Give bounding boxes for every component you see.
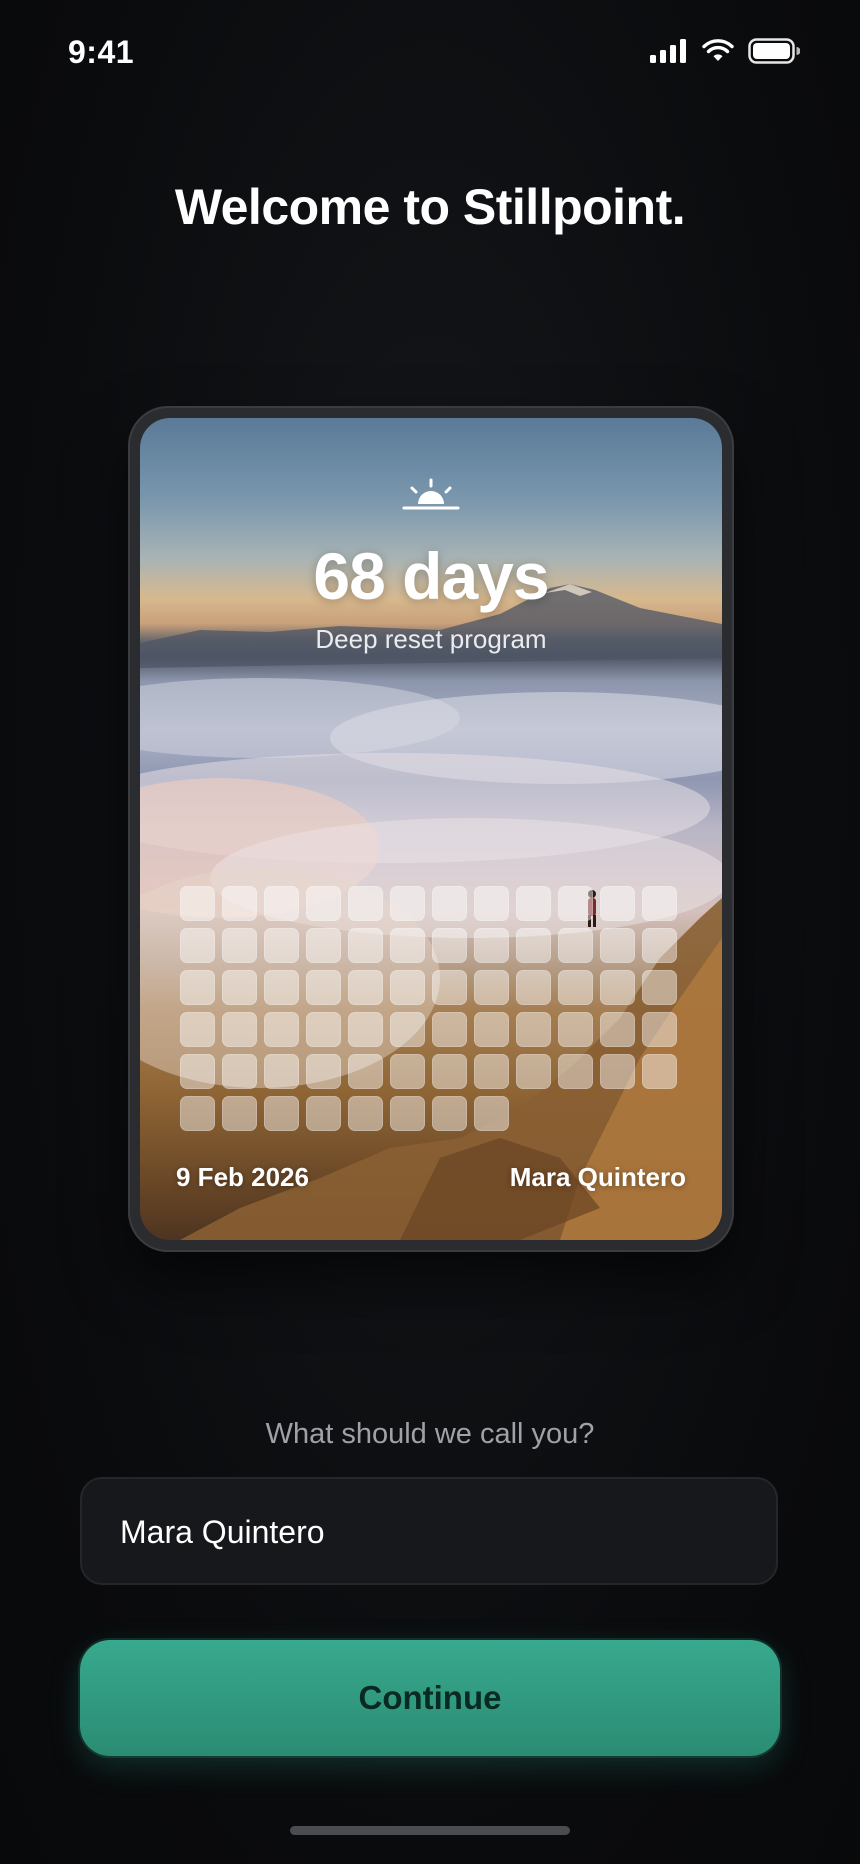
day-cell — [558, 1012, 593, 1047]
day-cell — [222, 1096, 257, 1131]
day-cell — [180, 1012, 215, 1047]
day-cell — [642, 928, 677, 963]
day-cell — [180, 970, 215, 1005]
day-cell — [432, 928, 467, 963]
program-name: Deep reset program — [315, 624, 547, 654]
welcome-title: Welcome to Stillpoint. — [174, 179, 686, 235]
day-cell — [600, 1012, 635, 1047]
onboarding-screen: 9:41 Welcome to Stillpoint. 68 days Deep… — [0, 0, 860, 1864]
day-cell — [306, 1054, 341, 1089]
day-cell — [180, 1096, 215, 1131]
day-cell — [348, 886, 383, 921]
day-cell — [474, 970, 509, 1005]
day-cell — [474, 1012, 509, 1047]
day-cell — [222, 928, 257, 963]
day-cell — [180, 886, 215, 921]
card-footer: 9 Feb 2026 Mara Quintero — [176, 1162, 686, 1193]
day-cell — [642, 886, 677, 921]
day-cell — [432, 970, 467, 1005]
day-cell — [516, 1012, 551, 1047]
day-cell — [306, 970, 341, 1005]
day-cell — [642, 1054, 677, 1089]
day-cell — [264, 970, 299, 1005]
day-cell — [390, 1054, 425, 1089]
status-bar: 9:41 — [0, 0, 860, 110]
day-cell — [264, 1096, 299, 1131]
day-cell — [558, 886, 593, 921]
day-cell — [600, 970, 635, 1005]
day-cell — [264, 1054, 299, 1089]
day-cell — [516, 928, 551, 963]
day-cell — [600, 928, 635, 963]
day-cell — [264, 1012, 299, 1047]
day-cell — [558, 928, 593, 963]
status-icons — [650, 38, 800, 64]
status-time: 9:41 — [68, 34, 135, 70]
day-cell — [474, 928, 509, 963]
day-cell — [222, 1054, 257, 1089]
home-indicator — [290, 1826, 570, 1835]
name-field[interactable] — [80, 1477, 778, 1585]
day-cell — [348, 970, 383, 1005]
day-cell — [222, 1012, 257, 1047]
day-cell — [348, 1054, 383, 1089]
name-input[interactable] — [118, 1479, 722, 1585]
day-cell — [348, 928, 383, 963]
day-cell — [264, 886, 299, 921]
day-cell — [390, 970, 425, 1005]
wifi-icon — [702, 39, 734, 61]
day-cell — [432, 1054, 467, 1089]
day-cell — [348, 1096, 383, 1131]
continue-button[interactable]: Continue — [80, 1640, 780, 1756]
card-date: 9 Feb 2026 — [176, 1162, 309, 1192]
card-background-image: 68 days Deep reset program 9 Feb 2026 Ma… — [140, 418, 722, 1240]
day-cell — [222, 886, 257, 921]
day-cell — [390, 928, 425, 963]
days-count: 68 days — [313, 539, 549, 613]
day-cell — [180, 928, 215, 963]
day-cell — [390, 886, 425, 921]
day-progress-grid — [180, 886, 677, 1131]
name-prompt: What should we call you? — [265, 1418, 595, 1450]
day-cell — [642, 1012, 677, 1047]
day-cell — [348, 1012, 383, 1047]
day-cell — [432, 1096, 467, 1131]
day-cell — [600, 1054, 635, 1089]
day-cell — [642, 970, 677, 1005]
day-cell — [474, 886, 509, 921]
battery-icon — [748, 38, 800, 64]
sunrise-icon — [402, 478, 460, 510]
day-cell — [432, 1012, 467, 1047]
card-user-name: Mara Quintero — [509, 1162, 686, 1192]
day-cell — [390, 1096, 425, 1131]
day-cell — [474, 1096, 509, 1131]
day-cell — [306, 928, 341, 963]
day-cell — [432, 886, 467, 921]
day-cell — [516, 886, 551, 921]
day-cell — [516, 970, 551, 1005]
day-cell — [306, 886, 341, 921]
day-cell — [558, 970, 593, 1005]
day-cell — [222, 970, 257, 1005]
day-cell — [306, 1096, 341, 1131]
day-cell — [390, 1012, 425, 1047]
progress-card: 68 days Deep reset program 9 Feb 2026 Ma… — [128, 406, 734, 1252]
day-cell — [306, 1012, 341, 1047]
day-cell — [516, 1054, 551, 1089]
day-cell — [600, 886, 635, 921]
signal-icon — [650, 39, 686, 63]
day-cell — [264, 928, 299, 963]
day-cell — [474, 1054, 509, 1089]
day-cell — [558, 1054, 593, 1089]
day-cell — [180, 1054, 215, 1089]
